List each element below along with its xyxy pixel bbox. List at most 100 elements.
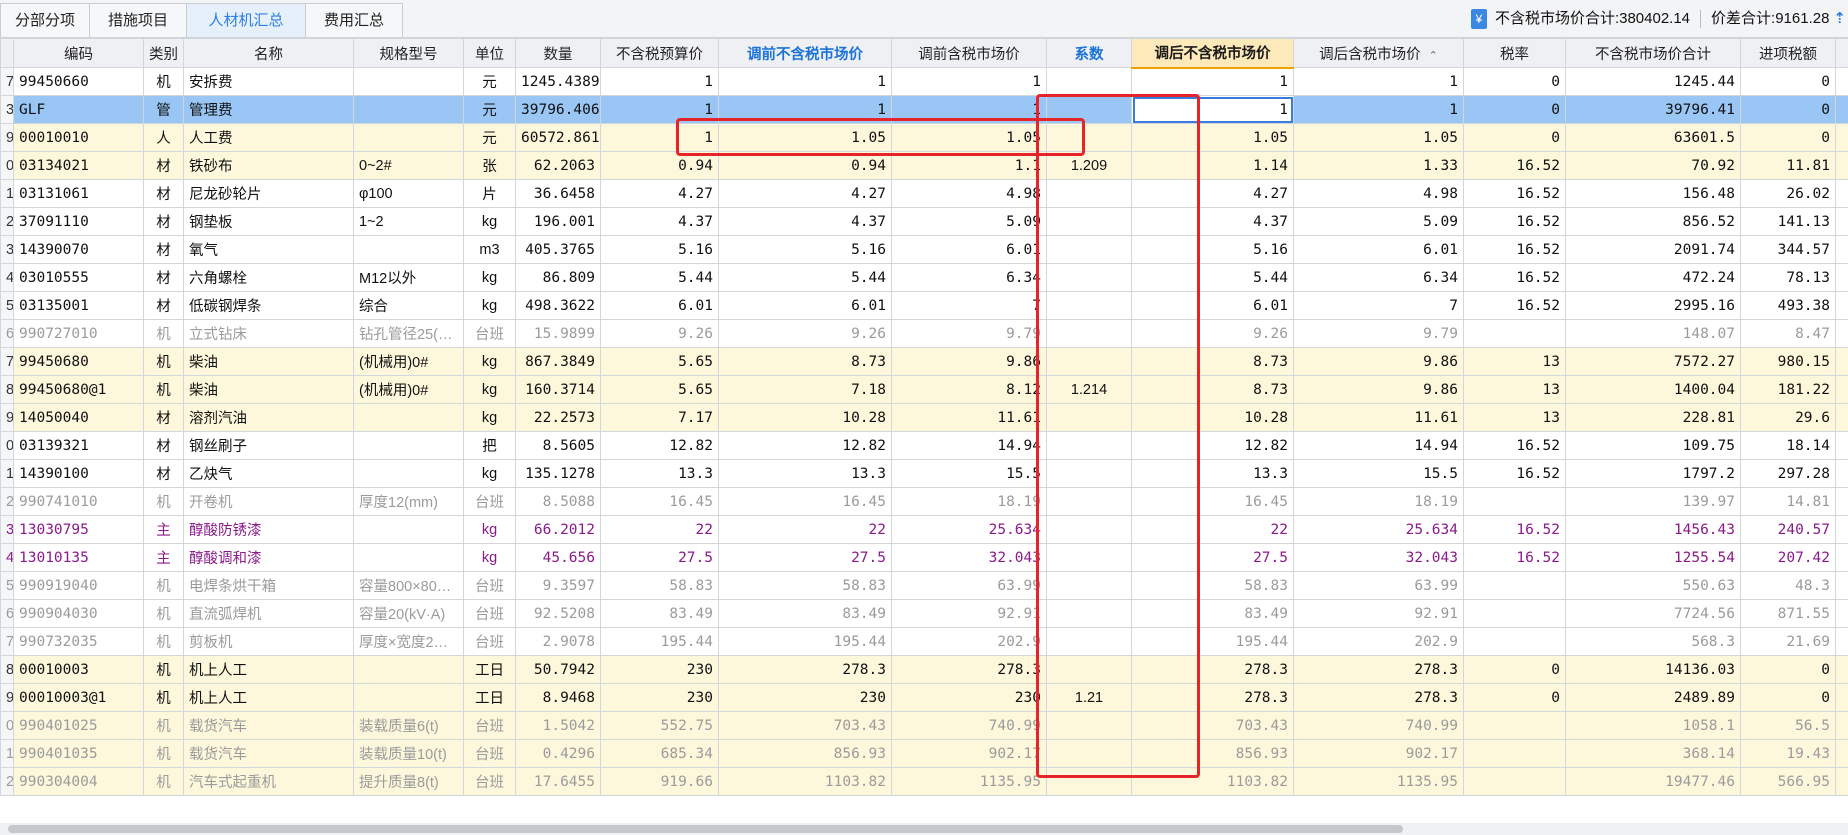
cell-调后含税市场价[interactable]: 1.33 — [1293, 151, 1464, 180]
cell-调后含税市场价[interactable]: 202.9 — [1293, 627, 1464, 656]
cell-类别[interactable]: 机 — [143, 655, 184, 684]
cell-规格型号[interactable] — [353, 95, 464, 124]
cell-类别[interactable]: 机 — [143, 487, 184, 516]
cell-价[interactable] — [1835, 403, 1848, 432]
cell-类别[interactable]: 主 — [143, 543, 184, 572]
cell-调后不含税市场价[interactable]: 13.3 — [1131, 459, 1294, 488]
table-row[interactable]: 9 00010003@1 机机上人工 工日 8.9468 230 230 230 1.21 278… — [0, 683, 1848, 712]
cell-税率[interactable]: 13 — [1463, 375, 1566, 404]
cell-进项税额[interactable]: 240.57 — [1740, 515, 1836, 544]
cell-调后不含税市场价[interactable]: 27.5 — [1131, 543, 1294, 572]
cell-税率[interactable]: 13 — [1463, 403, 1566, 432]
cell-系数[interactable] — [1046, 543, 1132, 572]
cell-系数[interactable] — [1046, 179, 1132, 208]
cell-调前不含税市场价[interactable]: 12.82 — [718, 431, 892, 460]
cell-进项税额[interactable]: 871.55 — [1740, 599, 1836, 628]
cell-调后不含税市场价[interactable]: 1 — [1131, 67, 1294, 96]
cell-单位[interactable]: kg — [463, 291, 516, 320]
cell-系数[interactable] — [1046, 207, 1132, 236]
cell-调后含税市场价[interactable]: 7 — [1293, 291, 1464, 320]
cell-不含税市场价合计[interactable]: 1245.44 — [1565, 67, 1741, 96]
cell-不含税预算价[interactable]: 13.3 — [600, 459, 719, 488]
cell-进项税额[interactable]: 14.81 — [1740, 487, 1836, 516]
cell-不含税市场价合计[interactable]: 1255.54 — [1565, 543, 1741, 572]
cell-规格型号[interactable] — [353, 235, 464, 264]
cell-不含税预算价[interactable]: 685.34 — [600, 739, 719, 768]
cell-调后含税市场价[interactable]: 63.99 — [1293, 571, 1464, 600]
cell-调前含税市场价[interactable]: 1 — [891, 67, 1047, 96]
cell-名称[interactable]: 氧气 — [183, 235, 354, 264]
table-row[interactable]: 1 14390100 材乙炔气 kg 135.1278 13.3 13.3 15.5 13.3 1… — [0, 459, 1848, 488]
cell-规格型号[interactable]: 厚度12(mm) — [353, 487, 464, 516]
cell-数量[interactable]: 160.3714 — [515, 375, 601, 404]
cell-系数[interactable] — [1046, 431, 1132, 460]
cell-名称[interactable]: 柴油 — [183, 375, 354, 404]
cell-系数[interactable] — [1046, 235, 1132, 264]
cell-系数[interactable] — [1046, 627, 1132, 656]
cell-数量[interactable]: 8.5088 — [515, 487, 601, 516]
cell-系数[interactable] — [1046, 571, 1132, 600]
cell-价[interactable] — [1835, 179, 1848, 208]
sort-caret-icon[interactable]: ⌃ — [1429, 50, 1438, 62]
table-row[interactable]: 0 03139321 材钢丝刷子把 8.5605 12.82 12.82 14.94 12.8… — [0, 431, 1848, 460]
cell-类别[interactable]: 机 — [143, 683, 184, 712]
cell-税率[interactable]: 16.52 — [1463, 263, 1566, 292]
cell-不含税市场价合计[interactable]: 139.97 — [1565, 487, 1741, 516]
cell-进项税额[interactable]: 0 — [1740, 655, 1836, 684]
cell-调前不含税市场价[interactable]: 278.3 — [718, 655, 892, 684]
cell-编码[interactable]: 03010555 — [13, 263, 144, 292]
cell-调后含税市场价[interactable]: 278.3 — [1293, 683, 1464, 712]
cell-数量[interactable]: 92.5208 — [515, 599, 601, 628]
cell-数量[interactable]: 2.9078 — [515, 627, 601, 656]
column-header-1[interactable]: 类别 — [143, 38, 184, 68]
cell-不含税预算价[interactable]: 16.45 — [600, 487, 719, 516]
cell-系数[interactable] — [1046, 67, 1132, 96]
cell-编码[interactable]: 00010010 — [13, 123, 144, 152]
cell-不含税市场价合计[interactable]: 856.52 — [1565, 207, 1741, 236]
cell-调前含税市场价[interactable]: 278.3 — [891, 655, 1047, 684]
cell-类别[interactable]: 材 — [143, 179, 184, 208]
cell-单位[interactable]: kg — [463, 543, 516, 572]
cell-名称[interactable]: 管理费 — [183, 95, 354, 124]
cell-调后不含税市场价[interactable]: 1 — [1131, 95, 1294, 124]
cell-编码[interactable]: 00010003 — [13, 655, 144, 684]
table-row[interactable]: 1 03131061 材尼龙砂轮片 φ100 片 36.6458 4.27 4.27 4.98 4… — [0, 179, 1848, 208]
cell-类别[interactable]: 机 — [143, 627, 184, 656]
cell-名称[interactable]: 人工费 — [183, 123, 354, 152]
table-row[interactable]: 9 00010010 人人工费元 60572.8619 1 1.05 1.05 1.05 1.0… — [0, 123, 1848, 152]
cell-进项税额[interactable]: 21.69 — [1740, 627, 1836, 656]
cell-不含税市场价合计[interactable]: 148.07 — [1565, 319, 1741, 348]
table-row[interactable]: 1 990401035 机载货汽车 装载质量10(t) 台班 0.4296 685.34 85… — [0, 739, 1848, 768]
cell-调前含税市场价[interactable]: 32.043 — [891, 543, 1047, 572]
cell-编码[interactable]: 99450680@1 — [13, 375, 144, 404]
cell-价[interactable] — [1835, 459, 1848, 488]
cell-调前不含税市场价[interactable]: 5.44 — [718, 263, 892, 292]
cell-调后含税市场价[interactable]: 32.043 — [1293, 543, 1464, 572]
cell-规格型号[interactable]: 钻孔管径25(… — [353, 319, 464, 348]
cell-单位[interactable]: 工日 — [463, 655, 516, 684]
cell-名称[interactable]: 安拆费 — [183, 67, 354, 96]
cell-调后不含税市场价[interactable]: 278.3 — [1131, 683, 1294, 712]
cell-数量[interactable]: 1.5042 — [515, 711, 601, 740]
cell-调后含税市场价[interactable]: 740.99 — [1293, 711, 1464, 740]
cell-调后含税市场价[interactable]: 1.05 — [1293, 123, 1464, 152]
cell-进项税额[interactable]: 181.22 — [1740, 375, 1836, 404]
cell-税率[interactable] — [1463, 599, 1566, 628]
cell-数量[interactable]: 0.4296 — [515, 739, 601, 768]
cell-编码[interactable]: 990919040 — [13, 571, 144, 600]
cell-规格型号[interactable]: 0~2# — [353, 151, 464, 180]
cell-不含税市场价合计[interactable]: 368.14 — [1565, 739, 1741, 768]
table-row[interactable]: 8 99450680@1 机柴油 (机械用)0# kg 160.3714 5.65 7.18 8… — [0, 375, 1848, 404]
cell-名称[interactable]: 机上人工 — [183, 683, 354, 712]
cell-进项税额[interactable]: 980.15 — [1740, 347, 1836, 376]
cell-进项税额[interactable]: 297.28 — [1740, 459, 1836, 488]
cell-调后含税市场价[interactable]: 902.17 — [1293, 739, 1464, 768]
cell-名称[interactable]: 溶剂汽油 — [183, 403, 354, 432]
cell-调前不含税市场价[interactable]: 195.44 — [718, 627, 892, 656]
cell-规格型号[interactable] — [353, 543, 464, 572]
cell-不含税预算价[interactable]: 6.01 — [600, 291, 719, 320]
calculator-icon[interactable]: ¥ — [1470, 9, 1487, 30]
cell-税率[interactable] — [1463, 767, 1566, 796]
cell-数量[interactable]: 196.001 — [515, 207, 601, 236]
cell-调前不含税市场价[interactable]: 1 — [718, 95, 892, 124]
